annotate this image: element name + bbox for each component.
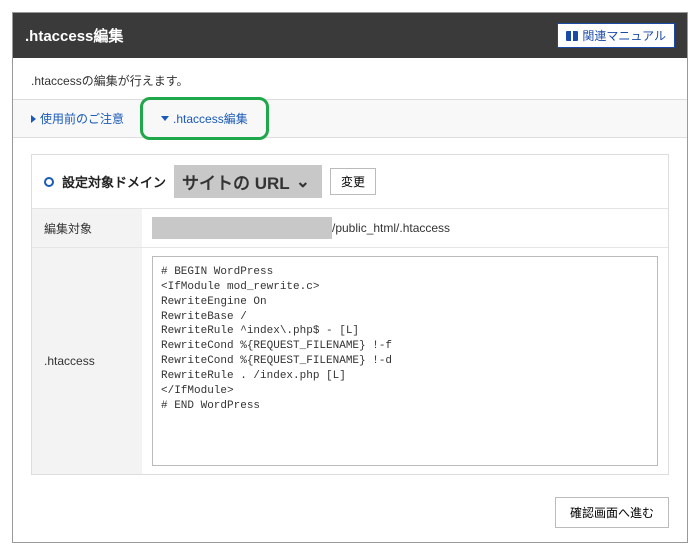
footer-actions: 確認画面へ進む: [13, 487, 687, 542]
domain-select[interactable]: サイトの URL ⌄: [174, 165, 322, 198]
chevron-down-icon: ⌄: [296, 172, 310, 192]
related-manual-label: 関連マニュアル: [582, 27, 666, 44]
panel-header: 設定対象ドメイン サイトの URL ⌄ 変更: [32, 155, 668, 209]
edit-target-label: 編集対象: [32, 209, 142, 247]
tab-precautions[interactable]: 使用前のご注意: [13, 100, 143, 137]
app-container: .htaccess編集 関連マニュアル .htaccessの編集が行えます。 使…: [12, 12, 688, 543]
chevron-right-icon: [31, 115, 36, 123]
proceed-button[interactable]: 確認画面へ進む: [555, 497, 669, 528]
chevron-down-icon: [161, 116, 169, 121]
htaccess-value: [142, 248, 668, 474]
htaccess-label: .htaccess: [32, 248, 142, 474]
tab-label: .htaccess編集: [173, 110, 248, 127]
tab-htaccess-edit[interactable]: .htaccess編集: [143, 100, 267, 137]
intro-text: .htaccessの編集が行えます。: [13, 58, 687, 99]
page-title: .htaccess編集: [25, 25, 123, 46]
domain-value: サイトの URL: [182, 169, 290, 194]
tab-label: 使用前のご注意: [40, 110, 124, 127]
related-manual-button[interactable]: 関連マニュアル: [557, 23, 675, 48]
masked-path-prefix: [152, 217, 332, 239]
settings-panel: 設定対象ドメイン サイトの URL ⌄ 変更 編集対象 /public_html…: [31, 154, 669, 475]
book-icon: [566, 31, 578, 41]
edit-target-path: /public_html/.htaccess: [332, 221, 450, 235]
row-htaccess: .htaccess: [32, 248, 668, 474]
edit-target-value: /public_html/.htaccess: [142, 209, 668, 247]
htaccess-textarea[interactable]: [152, 256, 658, 466]
row-edit-target: 編集対象 /public_html/.htaccess: [32, 209, 668, 248]
change-button[interactable]: 変更: [330, 168, 376, 195]
page-header: .htaccess編集 関連マニュアル: [13, 13, 687, 58]
tabs: 使用前のご注意 .htaccess編集: [13, 99, 687, 138]
bullet-icon: [44, 177, 54, 187]
domain-label: 設定対象ドメイン: [62, 172, 166, 191]
